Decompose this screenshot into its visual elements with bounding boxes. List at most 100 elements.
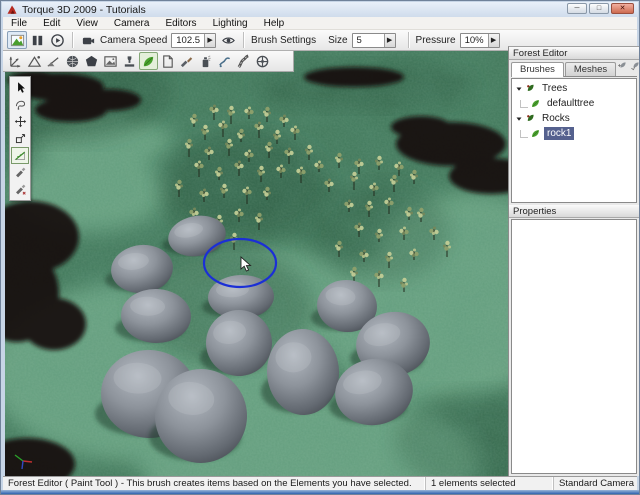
slope-icon [46,54,61,69]
app-logo-icon [6,4,18,16]
status-bar: Forest Editor ( Paint Tool ) - This brus… [3,476,637,490]
app-window: Torque 3D 2009 - Tutorials ─ □ ✕ FileEdi… [0,0,640,495]
size-value: 5 [353,34,384,47]
menu-bar: FileEditViewCameraEditorsLightingHelp [3,17,637,30]
camera-speed-label: Camera Speed [100,35,167,46]
dropdown-arrow-icon[interactable]: ▶ [488,34,499,47]
menu-edit[interactable]: Edit [35,17,68,30]
camera-icon[interactable] [78,31,98,49]
toolbar-separator [72,32,73,48]
triangle-icon [27,54,42,69]
menu-camera[interactable]: Camera [106,17,158,30]
material-editor-button[interactable] [82,52,101,70]
lasso-tool-button[interactable] [11,96,29,113]
close-button[interactable]: ✕ [611,3,634,14]
maximize-button[interactable]: □ [589,3,609,14]
road-icon [236,54,251,69]
columns-icon [30,33,45,48]
camera-speed-dropdown[interactable]: 102.5 ▶ [171,33,216,48]
menu-editors[interactable]: Editors [157,17,204,30]
leafSel-icon [630,60,640,71]
paint-icon [14,149,27,162]
scene-canvas [5,51,508,478]
trowel-icon [179,54,194,69]
size-dropdown[interactable]: 5 ▶ [352,33,396,48]
datablock-editor-button[interactable] [120,52,139,70]
play-icon [50,33,65,48]
menu-view[interactable]: View [68,17,106,30]
tab-meshes[interactable]: Meshes [565,62,616,76]
camera-speed-value: 102.5 [172,34,204,47]
toggle-panels-button[interactable] [27,31,47,49]
tree-item-defaulttree[interactable]: defaulttree [512,96,636,111]
forest-editor-button[interactable] [139,52,158,70]
title-bar[interactable]: Torque 3D 2009 - Tutorials [2,2,638,17]
forest-editor-panel: Forest Editor BrushesMeshes Treesdefault… [508,46,639,476]
terrain-painter-button[interactable] [44,52,63,70]
size-label: Size [328,35,347,46]
expand-caret-icon[interactable] [515,85,523,93]
pressure-label: Pressure [416,35,456,46]
road-editor-button[interactable] [234,52,253,70]
river-editor-button[interactable] [215,52,234,70]
globe-icon [65,54,80,69]
tree-connector [520,100,528,108]
erase2-icon [14,183,27,196]
tab-brushes[interactable]: Brushes [511,62,564,77]
object-editor-button[interactable] [6,52,25,70]
status-selection-count: 1 elements selected [425,477,553,490]
world-editor-button[interactable] [63,52,82,70]
properties-panel-title: Properties [509,205,639,218]
tree-item-rocks[interactable]: Rocks [512,111,636,126]
scale-icon [14,132,27,145]
brush-settings-label: Brush Settings [251,35,316,46]
sketch-tool-button[interactable] [101,52,120,70]
folder-leaf-icon [525,113,536,124]
viewport-3d[interactable] [5,51,508,478]
status-camera-mode: Standard Camera [553,477,637,490]
visibility-eye-icon[interactable] [218,31,238,49]
menu-lighting[interactable]: Lighting [205,17,256,30]
erase-selected-tool-button[interactable] [11,181,29,198]
erase-tool-button[interactable] [11,164,29,181]
new-brush-icon[interactable] [617,60,628,74]
scale-tool-button[interactable] [11,130,29,147]
leafNew-icon [617,60,628,71]
window-title: Torque 3D 2009 - Tutorials [22,4,146,16]
minimize-button[interactable]: ─ [567,3,587,14]
cursor-icon [14,81,27,94]
select-tool-button[interactable] [11,79,29,96]
axes-icon [8,54,23,69]
lasso-icon [14,98,27,111]
tree-item-rock1[interactable]: rock1 [512,126,636,141]
tree-item-trees[interactable]: Trees [512,81,636,96]
paint-tool-button[interactable] [11,147,29,164]
scene-icon [10,33,25,48]
menu-help[interactable]: Help [256,17,293,30]
dropdown-arrow-icon[interactable]: ▶ [204,34,215,47]
terrain-editor-button[interactable] [25,52,44,70]
folder-leaf-icon [525,83,536,94]
erase-icon [14,166,27,179]
play-game-button[interactable] [47,31,67,49]
expand-caret-icon[interactable] [515,115,523,123]
forest-editor-panel-title: Forest Editor [509,47,639,60]
properties-panel-body[interactable] [511,219,637,474]
new-element-icon[interactable] [630,60,640,74]
particle-editor-button[interactable] [196,52,215,70]
shape-editor-button[interactable] [158,52,177,70]
decal-editor-button[interactable] [177,52,196,70]
pressure-dropdown[interactable]: 10% ▶ [460,33,500,48]
dropdown-arrow-icon[interactable]: ▶ [384,34,395,47]
scene-view-button[interactable] [7,31,27,49]
wheel-icon [255,54,270,69]
move-tool-button[interactable] [11,113,29,130]
tree-connector [520,130,528,138]
leaf-icon [141,54,156,69]
mission-area-editor-button[interactable] [253,52,272,70]
menu-file[interactable]: File [3,17,35,30]
image-icon [103,54,118,69]
leaf-icon [530,98,541,109]
brush-tree: TreesdefaulttreeRocksrock1 [511,78,637,203]
status-message: Forest Editor ( Paint Tool ) - This brus… [3,477,425,490]
